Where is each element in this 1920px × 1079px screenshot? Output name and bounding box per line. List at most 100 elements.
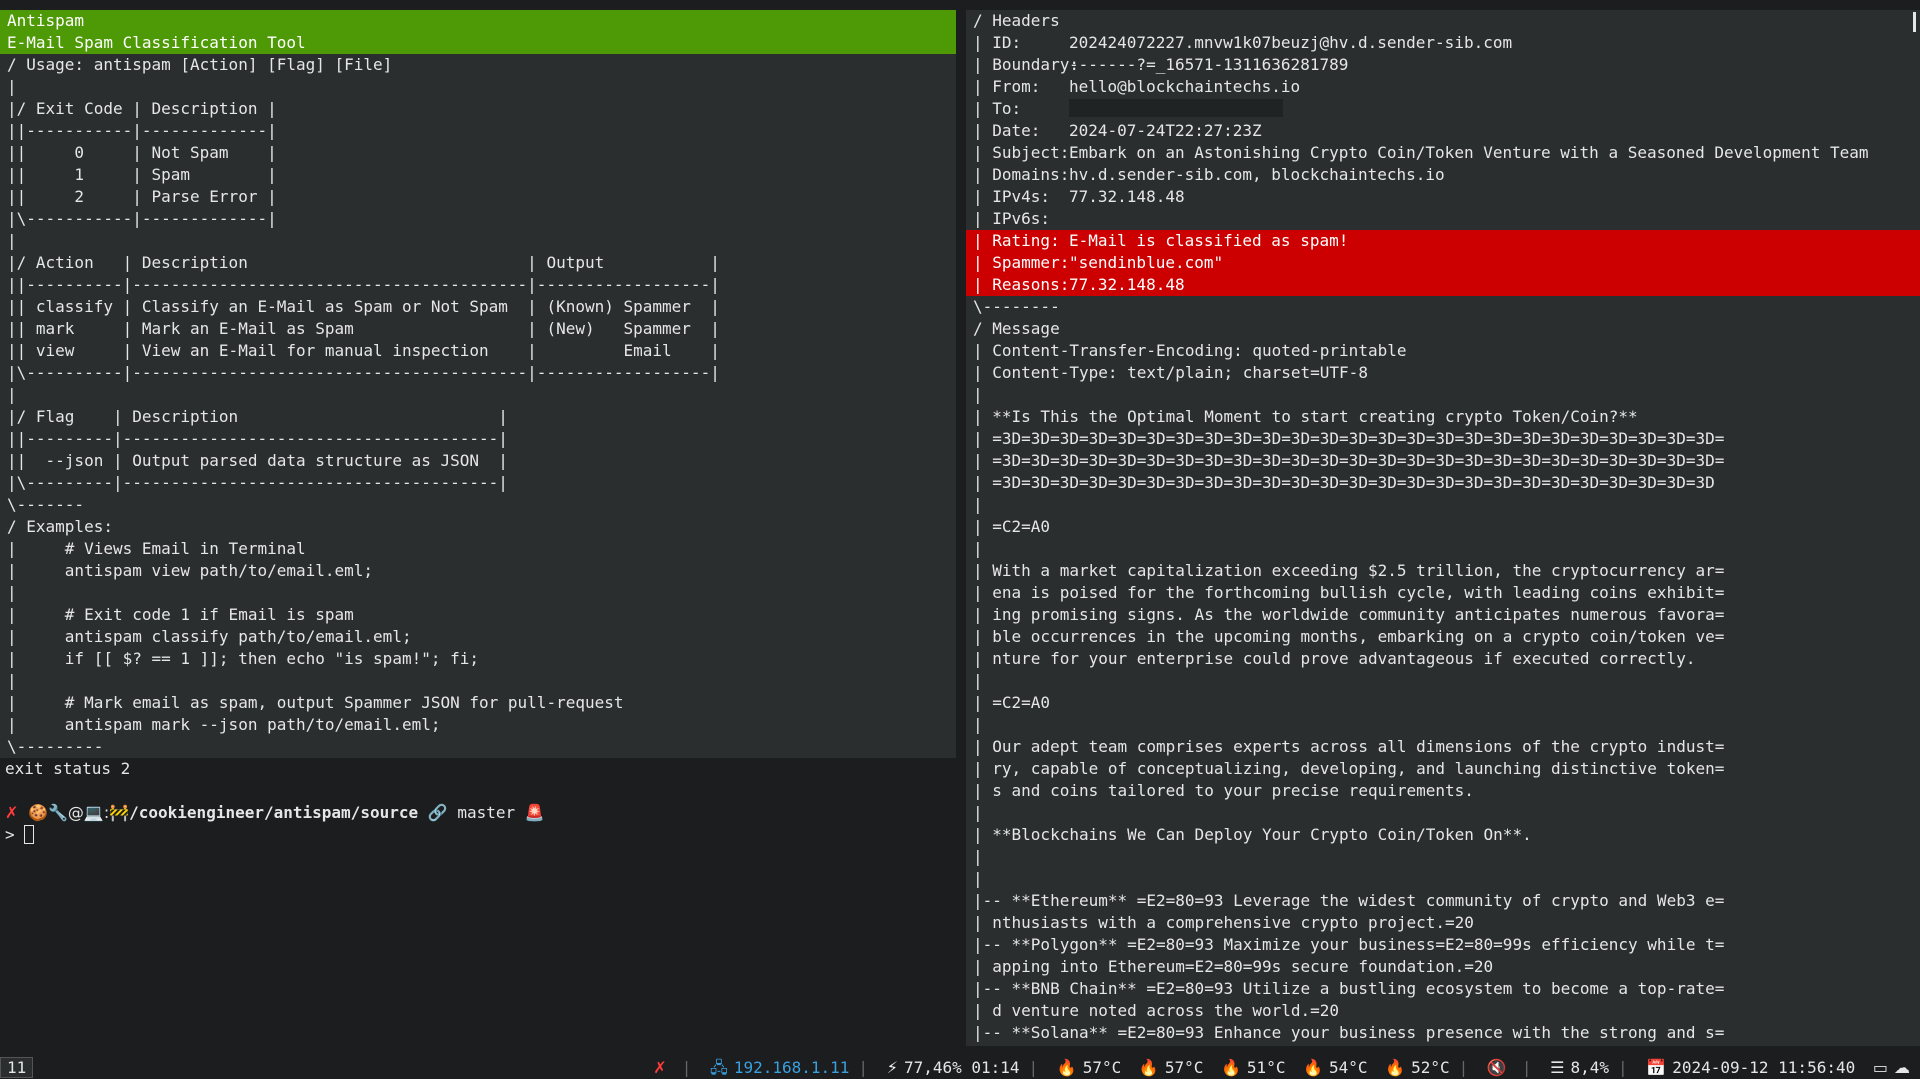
message-line: | ble occurrences in the upcoming months… [973,627,1725,646]
header-value: 77.32.148.48 [1069,187,1185,206]
action-table-rule: ||----------|---------------------------… [7,275,720,294]
header-label: | From: [973,77,1041,96]
network-icon: 🖧 [709,1058,728,1077]
clock[interactable]: 2024-09-12 11:56:40 [1672,1056,1855,1079]
usage-line: / Usage: antispam [Action] [Flag] [File] [7,55,393,74]
header-label: | To: [973,99,1022,118]
message-line: | s and coins tailored to your precise r… [973,781,1474,800]
header-label: | ID: [973,33,1022,52]
message-line: | [973,495,983,514]
fail-icon: ✗ [5,803,19,822]
tray-window-icon[interactable]: ▭ [1873,1056,1888,1079]
examples-end: \--------- [7,737,104,756]
action-row-view: || view | View an E-Mail for manual insp… [7,341,720,360]
shell-pane[interactable]: exit status 2 ✗ 🍪🔧@💻:🚧/cookiengineer/ant… [0,758,956,1046]
alarm-icon: 🚨 [524,803,545,822]
header-label: | Date: [973,121,1041,140]
header-value: hello@blockchaintechs.io [1069,77,1301,96]
message-line: |-- **Polygon** =E2=80=93 Maximize your … [973,935,1725,954]
command-input[interactable]: > [0,824,956,846]
pane-scroll-marker [1913,12,1916,32]
message-line: | [973,385,983,404]
message-line: | Content-Type: text/plain; charset=UTF-… [973,363,1368,382]
example-comment: | # Exit code 1 if Email is spam [7,605,354,624]
help-line: | [7,583,17,602]
vpn-disconnected-icon[interactable]: ✗ [653,1056,666,1079]
exit-code-table-end: |\-----------|-------------| [7,209,277,228]
header-label: | Reasons: [973,275,1070,294]
prompt-emoji-icons: 🍪🔧@💻:🚧 [28,803,130,822]
action-row-mark: || mark | Mark an E-Mail as Spam | (New)… [7,319,720,338]
header-label: | Boundary: [973,55,1079,74]
message-line: | nture for your enterprise could prove … [973,649,1696,668]
message-line: | [973,715,983,734]
message-line: | apping into Ethereum=E2=80=99s secure … [973,957,1494,976]
app-description: E-Mail Spam Classification Tool [0,32,956,54]
example-command: | if [[ $? == 1 ]]; then echo "is spam!"… [7,649,480,668]
link-icon: 🔗 [427,803,448,822]
redacted-recipient [1069,99,1283,117]
message-line: | [973,671,983,690]
shell-prompt: ✗ 🍪🔧@💻:🚧/cookiengineer/antispam/source 🔗… [0,802,956,824]
header-from: | From: hello@blockchaintechs.io [966,76,1920,98]
example-command: | antispam view path/to/email.eml; [7,561,374,580]
header-ipv6s: | IPv6s: [966,208,1920,230]
header-domains: | Domains:hv.d.sender-sib.com, blockchai… [966,164,1920,186]
message-line: | **Blockchains We Can Deploy Your Crypt… [973,825,1532,844]
example-command: | antispam classify path/to/email.eml; [7,627,412,646]
separator: | [681,1058,692,1077]
battery-status[interactable]: 77,46% 01:14 [904,1056,1020,1079]
header-value: 202424072227.mnvw1k07beuzj@hv.d.sender-s… [1069,33,1513,52]
message-line: | =3D=3D=3D=3D=3D=3D=3D=3D=3D=3D=3D=3D=3… [973,429,1725,448]
ip-address[interactable]: 192.168.1.11 [734,1056,850,1079]
email-view-pane[interactable]: / Headers | ID: 202424072227.mnvw1k07beuz… [966,10,1920,1046]
help-pane[interactable]: Antispam E-Mail Spam Classification Tool… [0,10,956,758]
status-blocks: ✗ | 🖧 192.168.1.11 | ⚡ 77,46% 01:14 | 🔥 57°C 🔥… [653,1056,1916,1079]
separator: | [1521,1058,1532,1077]
flag-row-json: || --json | Output parsed data structure… [7,451,508,470]
message-line: | Content-Transfer-Encoding: quoted-prin… [973,341,1407,360]
tray-cloud-icon[interactable]: ☁ [1894,1056,1910,1079]
header-to: | To: [966,98,1920,120]
action-row-classify: || classify | Classify an E-Mail as Spam… [7,297,720,316]
cpu-temp: 51°C [1246,1058,1286,1077]
cpu-temp: 57°C [1082,1058,1122,1077]
exit-code-row: || 2 | Parse Error | [7,187,277,206]
exit-code-table-header: |/ Exit Code | Description | [7,99,277,118]
separator: | [1028,1058,1039,1077]
memory-icon: ☰ [1550,1058,1565,1077]
help-line: | [7,385,17,404]
headers-title: / Headers [973,11,1060,30]
header-value: -------?=_16571-1311636281789 [1069,55,1349,74]
flag-table-header: |/ Flag | Description | [7,407,508,426]
message-line: | [973,539,983,558]
spam-rating: E-Mail is classified as spam! [1069,231,1349,250]
example-comment: | # Mark email as spam, output Spammer J… [7,693,624,712]
header-id: | ID: 202424072227.mnvw1k07beuzj@hv.d.sen… [966,32,1920,54]
workspace-button[interactable]: 11 [0,1057,34,1078]
header-label: | Subject: [973,143,1070,162]
header-value: Embark on an Astonishing Crypto Coin/Tok… [1069,143,1869,162]
message-line: | ry, capable of conceptualizing, develo… [973,759,1725,778]
message-line: | nthusiasts with a comprehensive crypto… [973,913,1474,932]
message-line: | ena is poised for the forthcoming bull… [973,583,1725,602]
message-line: | =3D=3D=3D=3D=3D=3D=3D=3D=3D=3D=3D=3D=3… [973,473,1715,492]
exit-code-row: || 1 | Spam | [7,165,277,184]
separator: | [858,1058,869,1077]
message-line: |-- **Solana** =E2=80=93 Enhance your bu… [973,1023,1725,1042]
temperature-icon: 🔥 [1138,1058,1159,1077]
header-label: | Spammer: [973,253,1070,272]
example-comment: | # Views Email in Terminal [7,539,306,558]
headers-end: \-------- [973,297,1060,316]
action-table-header: |/ Action | Description | Output | [7,253,720,272]
volume-muted-icon[interactable]: 🔇 [1487,1056,1507,1079]
header-subject: | Subject:Embark on an Astonishing Crypt… [966,142,1920,164]
message-line: |-- **BNB Chain** =E2=80=93 Utilize a bu… [973,979,1725,998]
reasons-row: | Reasons:77.32.148.48 [966,274,1920,296]
header-label: | IPv4s: [973,187,1051,206]
example-command: | antispam mark --json path/to/email.eml… [7,715,441,734]
header-value: 2024-07-24T22:27:23Z [1069,121,1262,140]
header-label: | Rating: [973,231,1060,250]
exit-status: exit status 2 [5,759,131,778]
header-label: | IPv6s: [973,209,1051,228]
